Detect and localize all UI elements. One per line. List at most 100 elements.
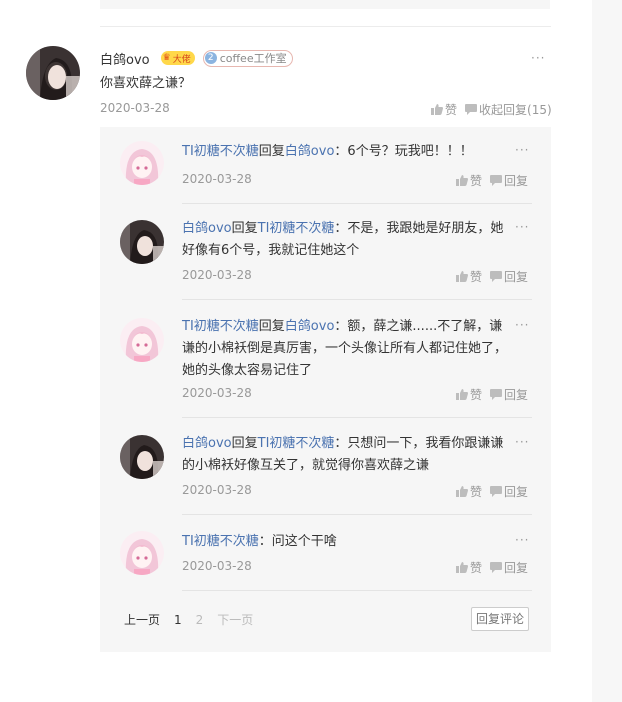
reply-list: TI初糖不次糖回复白鸽ovo：6个号？玩我吧！！！ ··· 2020-03-28… [100, 127, 551, 652]
reply-button[interactable]: 回复 [490, 172, 528, 189]
comment-text: 你喜欢薛之谦？ [100, 76, 192, 91]
ambassador-badge[interactable]: ♛ 大佬 [160, 51, 195, 65]
reply-text: 白鸽ovo回复TI初糖不次糖：只想问一下，我看你跟谦谦的小棉袄好像互关了，就觉得… [182, 433, 512, 477]
next-page-link[interactable]: 下一页 [217, 611, 253, 628]
more-icon[interactable]: ··· [515, 533, 529, 547]
reply-label: 回复 [504, 485, 529, 499]
like-label: 赞 [445, 103, 458, 117]
reply-date: 2020-03-28 [182, 268, 252, 282]
reply-label: 回复 [504, 561, 529, 575]
reply-target[interactable]: TI初糖不次糖 [258, 221, 335, 236]
comment-bubble-icon [490, 486, 503, 497]
reply-button[interactable]: 回复 [490, 268, 528, 285]
more-icon[interactable]: ··· [515, 143, 529, 157]
divider [182, 514, 532, 515]
reply-target[interactable]: 白鸽ovo [285, 319, 335, 334]
thumbs-up-icon [456, 271, 468, 282]
more-icon[interactable]: ··· [531, 51, 545, 65]
avatar[interactable] [120, 435, 164, 479]
reply-verb: 回复 [258, 319, 285, 334]
reply-date: 2020-03-28 [182, 172, 252, 186]
reply-text: TI初糖不次糖：问这个干啥 [182, 531, 512, 553]
avatar[interactable] [120, 531, 164, 575]
divider [182, 203, 532, 204]
reply-text: TI初糖不次糖回复白鸽ovo：额，薛之谦......不了解，谦谦的小棉袄倒是真厉… [182, 316, 512, 382]
reply-date: 2020-03-28 [182, 483, 252, 497]
comment-bubble-icon [490, 562, 503, 573]
divider [182, 590, 532, 591]
like-button[interactable]: 赞 [456, 268, 482, 285]
like-button[interactable]: 赞 [456, 172, 482, 189]
reply-label: 回复 [504, 270, 529, 284]
like-label: 赞 [470, 388, 483, 402]
like-button[interactable]: 赞 [456, 483, 482, 500]
divider [100, 26, 551, 27]
avatar[interactable] [26, 46, 80, 100]
username[interactable]: 白鸽ovo [100, 49, 150, 68]
comment-bubble-icon [490, 389, 503, 400]
like-label: 赞 [470, 485, 483, 499]
like-button[interactable]: 赞 [456, 386, 482, 403]
like-label: 赞 [470, 561, 483, 575]
reply-actions: 赞 回复 [456, 386, 528, 403]
avatar[interactable] [120, 141, 164, 185]
collapse-replies-button[interactable]: 收起回复(15) [465, 101, 552, 118]
reply-separator: ： [334, 436, 348, 451]
avatar[interactable] [120, 220, 164, 264]
pagination: 上一页 1 2 下一页 [124, 611, 267, 628]
reply-button[interactable]: 回复 [490, 483, 528, 500]
more-icon[interactable]: ··· [515, 220, 529, 234]
comment-date: 2020-03-28 [100, 101, 170, 115]
collapse-replies-label: 收起回复(15) [479, 103, 552, 117]
crown-icon: ♛ [162, 53, 171, 63]
reply-button[interactable]: 回复 [490, 559, 528, 576]
thumbs-up-icon [456, 486, 468, 497]
divider [182, 417, 532, 418]
reply-author[interactable]: TI初糖不次糖 [182, 319, 259, 334]
thumbs-up-icon [431, 104, 443, 115]
page-2[interactable]: 2 [196, 613, 204, 627]
reply-text: TI初糖不次糖回复白鸽ovo：6个号？玩我吧！！！ [182, 141, 512, 163]
like-label: 赞 [470, 270, 483, 284]
reply-separator: ： [258, 534, 272, 549]
avatar[interactable] [120, 318, 164, 362]
reply-separator: ： [334, 319, 348, 334]
like-label: 赞 [470, 174, 483, 188]
like-button[interactable]: 赞 [431, 101, 457, 118]
reply-actions: 赞 回复 [456, 172, 528, 189]
reply-verb: 回复 [231, 436, 258, 451]
reply-content: 问这个干啥 [271, 534, 337, 549]
page-1[interactable]: 1 [174, 613, 182, 627]
badge-level: 2 [204, 52, 217, 64]
name-row: 白鸽ovo ♛ 大佬 2 coffee工作室 [100, 49, 293, 68]
comment-bubble-icon [490, 175, 503, 186]
thumbs-up-icon [456, 175, 468, 186]
reply-author[interactable]: TI初糖不次糖 [182, 144, 259, 159]
thumbs-up-icon [456, 562, 468, 573]
reply-separator: ： [334, 221, 348, 236]
studio-name: coffee工作室 [219, 52, 287, 65]
right-scroll-gutter [592, 0, 622, 702]
reply-separator: ： [334, 144, 348, 159]
reply-author[interactable]: 白鸽ovo [182, 221, 232, 236]
previous-reply-box-bottom [100, 0, 550, 9]
thumbs-up-icon [456, 389, 468, 400]
studio-badge[interactable]: 2 coffee工作室 [202, 49, 293, 67]
reply-actions: 赞 回复 [456, 559, 528, 576]
reply-button[interactable]: 回复 [490, 386, 528, 403]
comment-bubble-icon [465, 104, 478, 115]
reply-author[interactable]: TI初糖不次糖 [182, 534, 259, 549]
reply-label: 回复 [504, 174, 529, 188]
reply-text: 白鸽ovo回复TI初糖不次糖：不是，我跟她是好朋友，她好像有6个号，我就记住她这… [182, 218, 512, 262]
reply-target[interactable]: 白鸽ovo [285, 144, 335, 159]
reply-actions: 赞 回复 [456, 483, 528, 500]
more-icon[interactable]: ··· [515, 318, 529, 332]
reply-author[interactable]: 白鸽ovo [182, 436, 232, 451]
reply-comment-button[interactable]: 回复评论 [471, 607, 530, 631]
prev-page-link[interactable]: 上一页 [124, 611, 160, 628]
reply-target[interactable]: TI初糖不次糖 [258, 436, 335, 451]
like-button[interactable]: 赞 [456, 559, 482, 576]
divider [182, 299, 532, 300]
comment-bubble-icon [490, 271, 503, 282]
more-icon[interactable]: ··· [515, 435, 529, 449]
